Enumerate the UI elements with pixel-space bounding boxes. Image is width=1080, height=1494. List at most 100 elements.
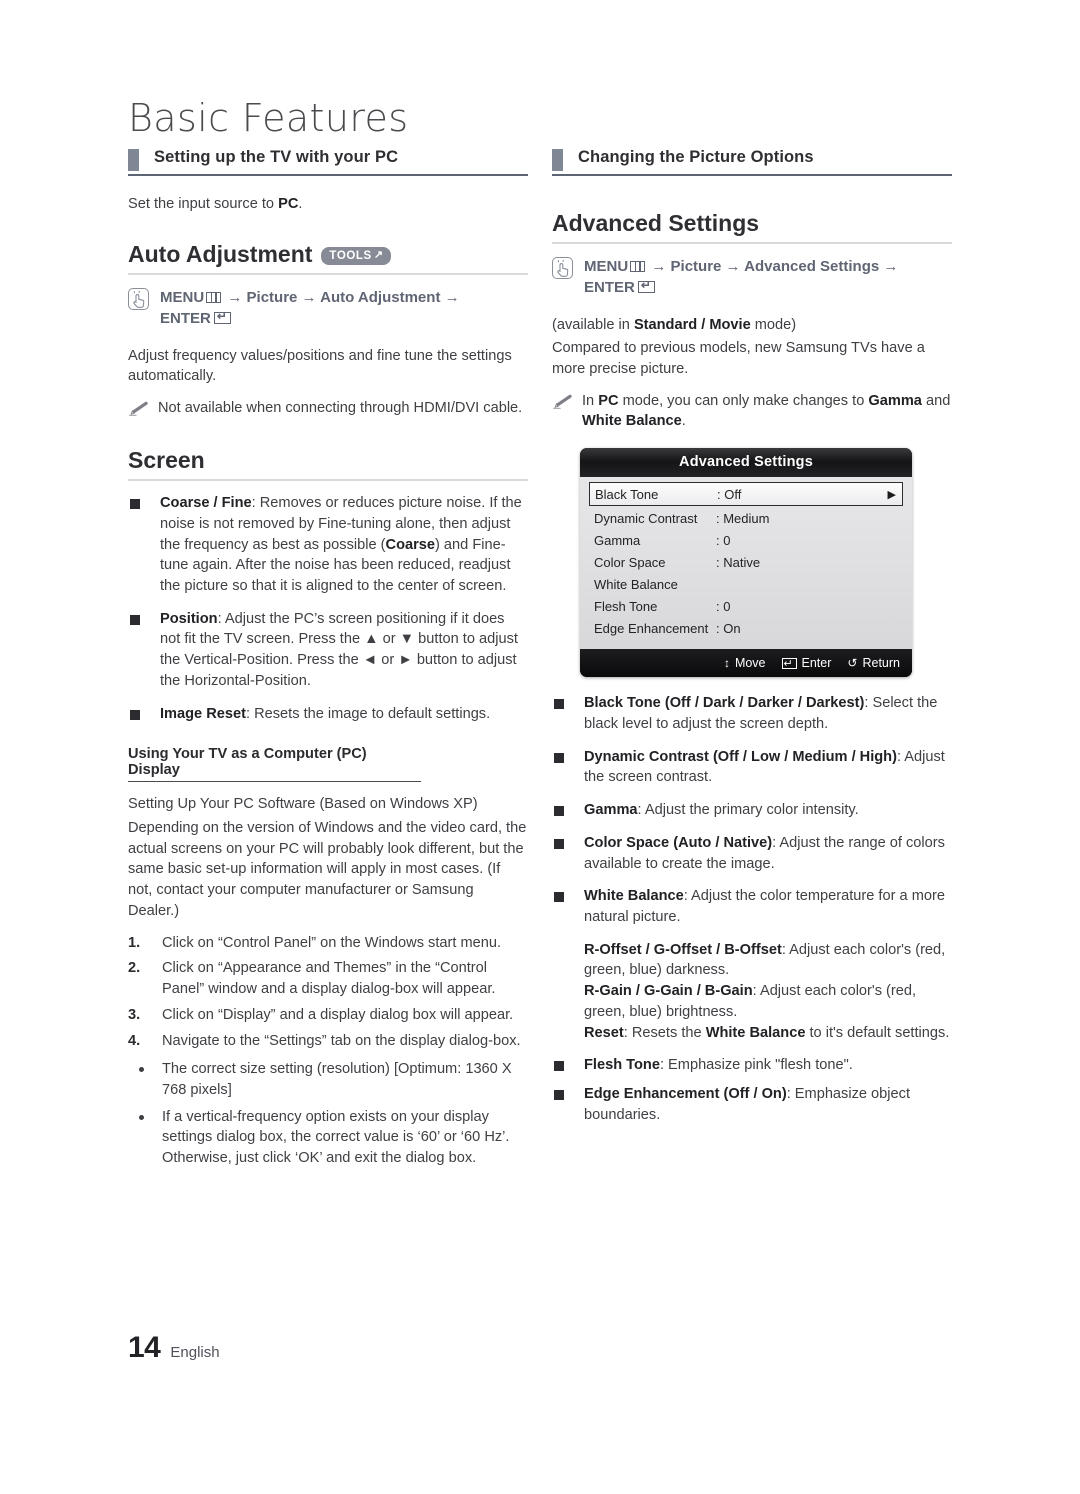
pc-display-para-2: Depending on the version of Windows and …: [128, 820, 527, 919]
list-item: Coarse / Fine: Removes or reduces pictur…: [128, 493, 528, 597]
enter-label: ENTER: [160, 310, 211, 328]
sub-item-reset: Reset: Resets the White Balance to it's …: [584, 1023, 952, 1044]
press-button-icon: [552, 257, 573, 279]
menu-step-auto-adjustment: Auto Adjustment: [320, 289, 441, 307]
auto-adjustment-description: Adjust frequency values/positions and fi…: [128, 347, 512, 385]
section-header-label: Changing the Picture Options: [578, 148, 814, 166]
heading-advanced-settings: Advanced Settings: [552, 210, 952, 244]
right-column: Changing the Picture Options Advanced Se…: [552, 148, 952, 1137]
tools-arrow-icon: ↗: [373, 249, 384, 262]
section-marker-icon: [552, 149, 563, 171]
osd-row-value: : Medium: [716, 510, 770, 526]
item-text: : Emphasize pink "flesh tone".: [659, 1057, 853, 1074]
pencil-note-icon: [552, 394, 573, 414]
list-item: Image Reset: Resets the image to default…: [128, 704, 528, 725]
tools-badge-label: TOOLS: [329, 249, 372, 262]
osd-hint-return: ↺ Return: [847, 656, 900, 670]
pc-display-steps: 1. Click on “Control Panel” on the Window…: [128, 933, 528, 1052]
menu-label: MENU: [584, 258, 629, 275]
osd-row-white-balance[interactable]: White Balance: [589, 573, 903, 595]
osd-title: Advanced Settings: [580, 448, 912, 478]
item-title: Flesh Tone: [584, 1057, 660, 1074]
pc-display-para-1: Setting Up Your PC Software (Based on Wi…: [128, 796, 478, 813]
menu-step-picture: Picture: [246, 289, 298, 307]
osd-row-label: Gamma: [594, 532, 641, 548]
osd-row-label: Flesh Tone: [594, 598, 658, 614]
note-pc-mode: In PC mode, you can only make changes to…: [552, 391, 952, 432]
menu-icon: [630, 261, 646, 272]
list-item: The correct size setting (resolution) [O…: [128, 1059, 528, 1100]
list-item: Gamma: Adjust the primary color intensit…: [552, 800, 952, 821]
note-pc-mode-text: In PC mode, you can only make changes to…: [582, 392, 951, 430]
list-item: Flesh Tone: Emphasize pink "flesh tone".: [552, 1055, 952, 1076]
updown-arrow-icon: ↕: [723, 656, 730, 671]
step-text: Click on “Control Panel” on the Windows …: [162, 934, 502, 951]
item-text: : Resets the image to default settings.: [245, 705, 491, 722]
manual-page: Basic Features Setting up the TV with yo…: [0, 0, 1080, 1494]
list-item: Dynamic Contrast (Off / Low / Medium / H…: [552, 747, 952, 788]
section-marker-icon: [128, 149, 139, 171]
menu-path-text: MENU → Picture → Advanced Settings → ENTE…: [584, 256, 898, 299]
list-item: Black Tone (Off / Dark / Darker / Darkes…: [552, 693, 952, 734]
pencil-note-icon: [128, 401, 149, 421]
enter-icon: [213, 312, 231, 325]
press-button-icon: [128, 288, 149, 311]
list-item: 4. Navigate to the “Settings” tab on the …: [128, 1031, 528, 1052]
osd-row-flesh-tone[interactable]: Flesh Tone : 0: [589, 595, 903, 617]
chevron-right-icon: ▶: [887, 488, 896, 501]
heading-screen-label: Screen: [128, 447, 205, 474]
tools-badge[interactable]: TOOLS ↗: [321, 246, 391, 266]
advanced-settings-options-list: Black Tone (Off / Dark / Darker / Darkes…: [552, 693, 952, 1125]
section-header-label: Setting up the TV with your PC: [154, 148, 399, 166]
osd-row-dynamic-contrast[interactable]: Dynamic Contrast : Medium: [589, 507, 903, 529]
osd-row-black-tone[interactable]: Black Tone : Off ▶: [589, 482, 903, 507]
osd-row-edge-enhancement[interactable]: Edge Enhancement : On: [589, 617, 903, 639]
osd-row-label: Edge Enhancement: [594, 620, 709, 636]
list-item: Edge Enhancement (Off / On): Emphasize o…: [552, 1084, 952, 1125]
item-title: Black Tone (Off / Dark / Darker / Darkes…: [584, 695, 865, 712]
osd-hint-enter-label: Enter: [801, 656, 832, 671]
step-number: 3.: [128, 1006, 141, 1023]
item-title: Color Space (Auto / Native): [584, 834, 773, 851]
menu-path-advanced-settings: MENU → Picture → Advanced Settings → ENTE…: [552, 256, 952, 299]
enter-icon: [637, 281, 655, 294]
item-title: Gamma: [584, 802, 638, 819]
osd-footer-hints: ↕ Move Enter ↺ Return: [580, 649, 912, 678]
osd-advanced-settings-menu: Advanced Settings Black Tone : Off ▶ Dyn…: [580, 448, 912, 678]
screen-options-list: Coarse / Fine: Removes or reduces pictur…: [128, 493, 528, 724]
menu-step-advanced-settings: Advanced Settings: [744, 258, 880, 275]
osd-row-value: : 0: [716, 598, 731, 614]
osd-row-label: Color Space: [594, 554, 666, 570]
note-hdmi-dvi-text: Not available when connecting through HD…: [158, 400, 523, 417]
step-number: 1.: [128, 934, 141, 951]
page-title: Basic Features: [128, 96, 409, 140]
note-hdmi-dvi: Not available when connecting through HD…: [128, 398, 528, 421]
list-item: 1. Click on “Control Panel” on the Window…: [128, 933, 528, 954]
menu-label: MENU: [160, 289, 205, 307]
section-header-setting-up-tv: Setting up the TV with your PC: [128, 148, 528, 176]
left-column: Setting up the TV with your PC Set the i…: [128, 148, 528, 1175]
step-number: 4.: [128, 1032, 141, 1049]
list-item: If a vertical-frequency option exists on…: [128, 1107, 528, 1169]
sub-item-gain: R-Gain / G-Gain / B-Gain: Adjust each co…: [584, 981, 952, 1022]
enter-key-icon: [781, 657, 797, 670]
sub-item-title: R-Gain / G-Gain / B-Gain: [584, 983, 753, 1000]
list-item: Position: Adjust the PC’s screen positio…: [128, 609, 528, 692]
osd-row-gamma[interactable]: Gamma : 0: [589, 529, 903, 551]
pc-display-bullets: The correct size setting (resolution) [O…: [128, 1059, 528, 1169]
osd-hint-return-label: Return: [862, 656, 900, 671]
intro-paragraph: Set the input source to PC.: [128, 196, 303, 212]
item-title: Edge Enhancement (Off / On): [584, 1085, 787, 1102]
page-language: English: [170, 1344, 220, 1361]
list-item: 3. Click on “Display” and a display dialo…: [128, 1005, 528, 1026]
osd-row-label: Dynamic Contrast: [594, 510, 698, 526]
osd-row-color-space[interactable]: Color Space : Native: [589, 551, 903, 573]
menu-icon: [206, 292, 222, 304]
osd-row-label: White Balance: [594, 576, 678, 592]
osd-rows: Black Tone : Off ▶ Dynamic Contrast : Me…: [580, 477, 912, 650]
enter-label: ENTER: [584, 279, 635, 297]
heading-screen: Screen: [128, 447, 528, 482]
list-item: Color Space (Auto / Native): Adjust the …: [552, 833, 952, 874]
item-text: : Adjust the primary color intensity.: [637, 802, 859, 819]
osd-hint-move-label: Move: [734, 656, 766, 671]
